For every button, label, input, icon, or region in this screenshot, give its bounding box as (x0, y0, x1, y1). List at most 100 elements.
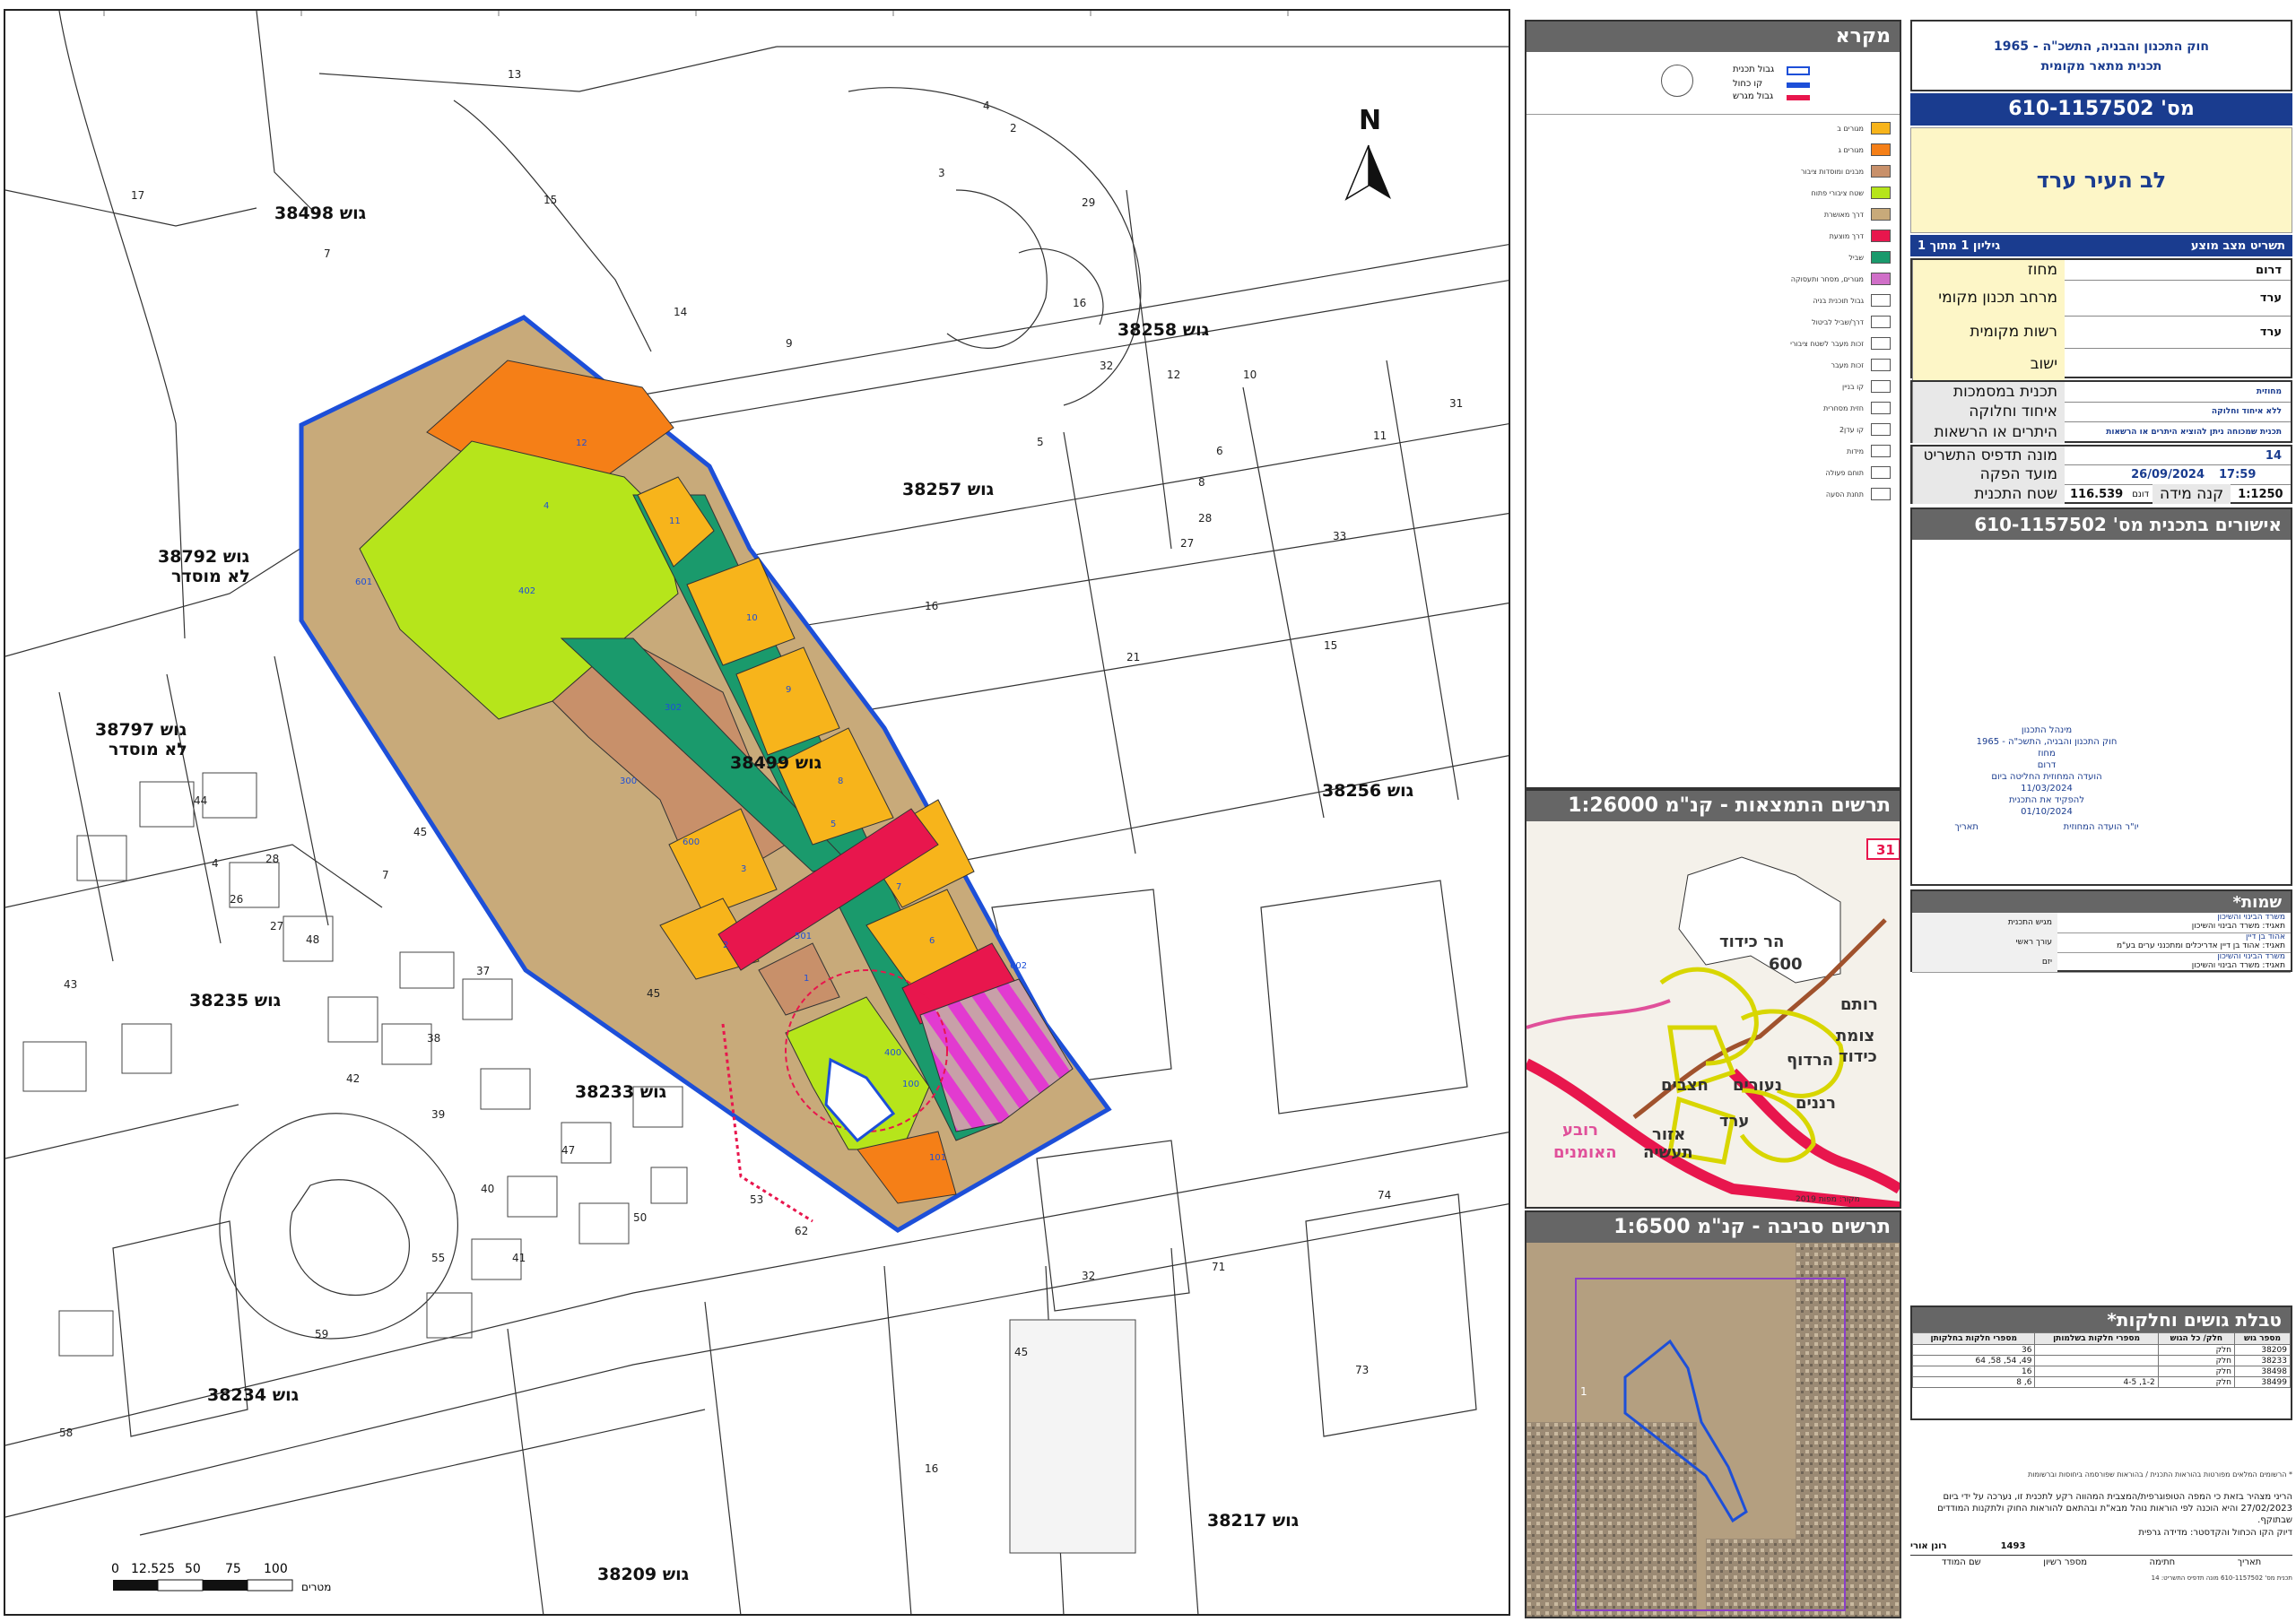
svg-text:10: 10 (746, 613, 758, 623)
svg-text:2: 2 (723, 941, 728, 950)
svg-text:רננים: רננים (1796, 1094, 1836, 1113)
legend-label: מגורים, מסחר ותעסוקה (1790, 274, 1864, 283)
svg-text:4: 4 (544, 501, 549, 511)
legend-swatch (1871, 294, 1891, 307)
bottom-note: תכנית מס' 610-1157502 מונה תדפיס התשריט:… (2151, 1574, 2292, 1582)
table-cell: 38498 (2234, 1366, 2291, 1377)
detail-label: תכנית במסמכות (1912, 382, 2065, 402)
legend-item: מגורים, מסחר ותעסוקה (1791, 271, 1891, 287)
legend-swatch (1871, 402, 1891, 414)
print-info: מונה תדפיס התשריט 14 מועד הפקה 26/09/202… (1910, 445, 2292, 504)
plan-number-bar: מס' 610-1157502 (1910, 93, 2292, 126)
names-role: עורך ראשי (1912, 932, 2057, 952)
block-label-38797: גוש 38797 (95, 720, 187, 740)
table-cell (2034, 1344, 2159, 1356)
legend-item: תחנת הסעה (1826, 486, 1891, 502)
svg-text:6: 6 (929, 936, 935, 946)
table-cell: חלק (2157, 1376, 2236, 1388)
legend-swatch (1871, 380, 1891, 393)
detail-value: ערד (2259, 325, 2282, 339)
detail-row: היתרים או הרשאות תכנית שמכוחה ניתן להוציא… (1912, 421, 2291, 443)
parcels-header: מספרי חלקות בחלקותן (1911, 1332, 2036, 1345)
legend-swatch (1871, 251, 1891, 264)
parcels-header: חלק/ כל הגוש (2157, 1332, 2236, 1345)
svg-text:8: 8 (1198, 476, 1205, 489)
legend-label: שביל (1848, 253, 1864, 262)
table-row: 38233 חלק 49, 54, 58, 64 (1911, 1355, 2291, 1366)
print-counter: 14 (2265, 448, 2282, 463)
names-sub: תאגיד: אהוד בן דיין אדריכלים ומתכנני ערי… (2116, 941, 2285, 950)
svg-text:601: 601 (355, 577, 372, 587)
svg-text:302: 302 (665, 703, 682, 713)
table-cell: 6, 8 (1911, 1376, 2036, 1388)
print-row: מונה תדפיס התשריט 14 (1912, 447, 2291, 465)
block-label-38792: גוש 38792 (158, 547, 249, 567)
names-entry: אהוד בן דיין תאגיד: אהוד בן דיין אדריכלים… (2057, 932, 2291, 952)
names-name: משרד הבינוי והשיכון (2217, 913, 2285, 922)
names-row: עורך ראשי אהוד בן דיין תאגיד: אהוד בן דיין… (1912, 932, 2291, 953)
detail-label: רשות מקומית (1912, 316, 2065, 348)
svg-text:42: 42 (346, 1072, 360, 1085)
detail-label: מרחב תכנון מקומי (1912, 280, 2065, 316)
svg-text:15: 15 (1324, 639, 1337, 652)
svg-text:15: 15 (544, 194, 557, 206)
svg-text:45: 45 (647, 987, 660, 1000)
road-number-label: 31 (1876, 842, 1895, 858)
svg-text:21: 21 (1126, 651, 1140, 664)
detail-row: מחוז דרום (1912, 260, 2291, 281)
legend-swatch (1871, 423, 1891, 436)
detail-label: איחוד וחלוקה (1912, 402, 2065, 421)
svg-text:41: 41 (512, 1252, 526, 1264)
svg-text:100: 100 (902, 1080, 919, 1089)
law-line-1: חוק התכנון והבניה, התשכ"ה - 1965 (1994, 39, 2209, 54)
svg-text:14: 14 (674, 306, 687, 318)
block-label-38256: גוש 38256 (1322, 781, 1413, 801)
svg-text:7: 7 (896, 882, 901, 892)
blue-fill-swatch (1787, 82, 1810, 88)
svg-text:9: 9 (786, 337, 793, 350)
svg-text:50: 50 (633, 1211, 647, 1224)
svg-text:תעשיה: תעשיה (1643, 1143, 1693, 1162)
block-label-38258: גוש 38258 (1118, 320, 1209, 340)
detail-value: תכנית שמכוחה ניתן להוציא היתרים או הרשאו… (2106, 428, 2282, 437)
legend-item: מגורים ב (1837, 120, 1891, 136)
legend-label: קו בניין (1842, 382, 1864, 391)
block-label-38217: גוש 38217 (1207, 1511, 1299, 1531)
scale-bar: 0 12.525 50 75 100 מטרים (111, 1562, 331, 1593)
svg-text:600: 600 (1769, 955, 1803, 974)
names-name: משרד הבינוי והשיכון (2217, 952, 2285, 961)
svg-text:6: 6 (1216, 445, 1223, 457)
block-label-38234: גוש 38234 (207, 1385, 299, 1405)
footer-col: תאריך (2237, 1557, 2262, 1567)
area-value: 116.539 (2070, 487, 2124, 501)
svg-text:31: 31 (1449, 397, 1463, 410)
legend-header-item: גבול תכנית (1733, 65, 1775, 74)
names-sub: תאגיד: משרד הבינוי והשיכון (2191, 922, 2285, 931)
sheet-info: גיליון 1 מתוך 1 (1918, 239, 2001, 253)
block-label-38797-sub: לא מוסדר (109, 740, 187, 759)
north-label: N (1359, 105, 1381, 136)
legend-swatch (1871, 316, 1891, 328)
block-label-38498: גוש 38498 (274, 204, 366, 223)
svg-text:3: 3 (741, 864, 746, 874)
names-sub: תאגיד: משרד הבינוי והשיכון (2191, 961, 2285, 970)
table-cell: 38209 (2234, 1344, 2291, 1356)
svg-text:רותם: רותם (1840, 995, 1878, 1014)
svg-text:מטרים: מטרים (301, 1581, 331, 1593)
svg-text:55: 55 (431, 1252, 445, 1264)
legend-label: מידות (1846, 447, 1864, 455)
detail-value: מחוזית (2256, 387, 2282, 396)
names-name: אהוד בן דיין (2245, 932, 2285, 941)
legend-item: דרך/שביל לביטול (1812, 314, 1891, 330)
sheet-bar: תשריט מצב מוצע גיליון 1 מתוך 1 (1910, 235, 2292, 256)
legend-item: דרך מאושרת (1824, 206, 1891, 222)
scale-value: 1:1250 (2238, 487, 2283, 501)
svg-text:32: 32 (1082, 1270, 1095, 1282)
legend-swatch (1871, 122, 1891, 134)
legend-label: זכות מעבר (1831, 360, 1864, 369)
svg-text:27: 27 (270, 920, 283, 932)
legend-item: מגורים ג (1839, 142, 1891, 158)
produced-label: מועד הפקה (1912, 464, 2065, 484)
svg-text:40: 40 (481, 1183, 494, 1195)
svg-text:33: 33 (1333, 530, 1346, 542)
